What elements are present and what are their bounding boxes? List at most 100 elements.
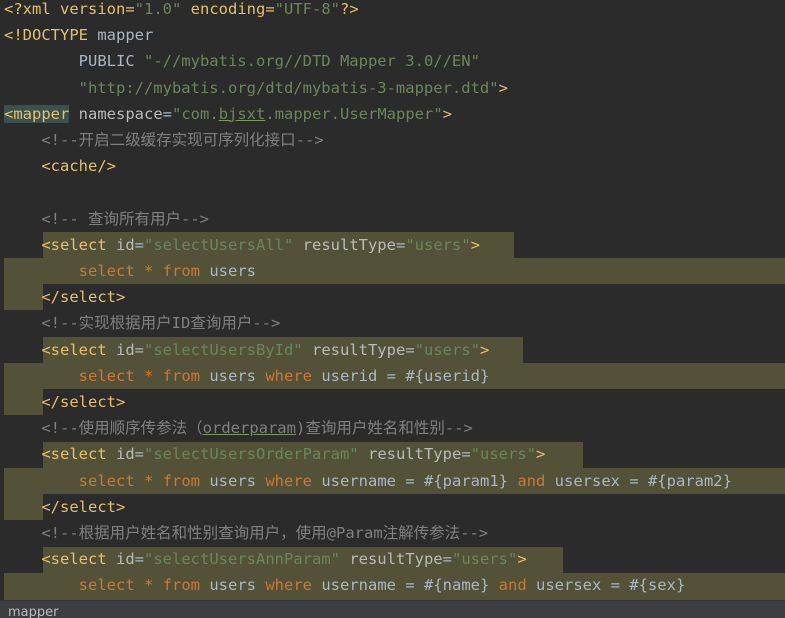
code-line[interactable]: </select> [4, 284, 785, 310]
code-token: <!-- 查询所有用户--> [4, 209, 209, 228]
code-token: "com. [172, 104, 219, 123]
code-token: "selectUsersById" [144, 340, 303, 359]
code-line[interactable]: <select id="selectUsersOrderParam" resul… [4, 441, 785, 467]
code-token: <select [4, 235, 116, 254]
code-line[interactable]: </select> [4, 389, 785, 415]
code-line[interactable]: <cache/> [4, 153, 785, 179]
code-line[interactable]: <!DOCTYPE mapper [4, 22, 785, 48]
code-token: = [134, 340, 144, 359]
code-token: from [162, 262, 201, 280]
code-token: )查询用户姓名和性别--> [295, 419, 473, 438]
code-token: "-//mybatis.org//DTD Mapper 3.0//EN" [143, 52, 480, 71]
code-token: namespace [78, 104, 163, 123]
code-editor[interactable]: <?xml version="1.0" encoding="UTF-8"?> <!… [0, 0, 785, 600]
code-token: "users" [470, 445, 536, 464]
code-token: "users" [405, 235, 471, 254]
code-token: resultType [311, 340, 406, 359]
code-token: = [134, 550, 144, 569]
code-line[interactable]: select * from users [4, 258, 785, 284]
code-token: * [144, 576, 154, 595]
code-token: resultType [302, 235, 396, 254]
code-token: where [265, 471, 313, 490]
code-line[interactable]: <!--使用顺序传参法（orderparam)查询用户姓名和性别--> [4, 415, 785, 441]
code-token: bjsxt [218, 104, 266, 123]
breadcrumb-bar: mapper [0, 600, 785, 618]
code-token: select [78, 471, 135, 490]
code-token: <!--开启二级缓存实现可序列化接口--> [4, 131, 324, 149]
code-line[interactable]: <?xml version="1.0" encoding="UTF-8"?> [4, 0, 785, 22]
code-token: </select> [4, 288, 126, 307]
code-token: = [134, 445, 144, 464]
code-token: where [265, 366, 313, 385]
code-token: = [461, 445, 471, 464]
code-line[interactable]: <!--开启二级缓存实现可序列化接口--> [4, 127, 785, 153]
code-line[interactable]: "http://mybatis.org/dtd/mybatis-3-mapper… [4, 75, 785, 101]
code-line[interactable]: <select id="selectUsersById" resultType=… [4, 337, 785, 363]
code-token: <select [4, 445, 116, 464]
code-token: <!DOCTYPE [4, 26, 98, 45]
code-line[interactable]: <!--根据用户姓名和性别查询用户，使用@Param注解传参法--> [4, 520, 785, 546]
code-token: <select [4, 340, 116, 359]
code-token: <!--使用顺序传参法（ [4, 419, 203, 438]
code-token: id [115, 445, 135, 464]
code-token: <select [4, 550, 116, 569]
code-line[interactable] [4, 179, 785, 205]
code-line[interactable]: PUBLIC "-//mybatis.org//DTD Mapper 3.0//… [4, 48, 785, 74]
code-token: </select> [4, 393, 126, 411]
code-token: <cache/> [4, 157, 116, 176]
code-token: = [395, 235, 406, 254]
code-line[interactable]: </select> [4, 494, 785, 520]
code-token: id [115, 235, 135, 254]
code-token: > [498, 78, 508, 97]
code-token: encoding= [181, 0, 275, 18]
code-token: id [115, 340, 135, 359]
code-line[interactable]: select * from users where username = #{n… [4, 572, 785, 598]
code-token: > [517, 550, 527, 569]
code-line[interactable]: <!--实现根据用户ID查询用户--> [4, 310, 785, 336]
code-token: from [162, 366, 201, 385]
code-token: users [200, 471, 266, 490]
breadcrumb-mapper[interactable]: mapper [8, 605, 58, 618]
code-token: "1.0" [134, 0, 182, 18]
code-line[interactable]: <!-- 查询所有用户--> [4, 206, 785, 232]
code-token: = [134, 235, 144, 254]
code-token: <mapper [4, 104, 70, 123]
code-token: username = #{param1} [312, 471, 518, 490]
code-token: = [442, 550, 452, 569]
code-token: select [78, 366, 135, 385]
code-token: .mapper.UserMapper" [265, 104, 443, 123]
code-token: "users" [414, 340, 480, 359]
code-token: and [498, 576, 527, 595]
code-token: > [479, 340, 490, 359]
code-line[interactable]: <select id="selectUsersAnnParam" resultT… [4, 546, 785, 572]
code-token: mapper [97, 26, 154, 45]
code-token: </select> [4, 497, 126, 516]
code-token: select [78, 262, 135, 280]
code-token: "selectUsersOrderParam" [144, 445, 359, 464]
code-token: ?> [339, 0, 359, 18]
code-token: "http://mybatis.org/dtd/mybatis-3-mapper… [78, 78, 499, 97]
code-line[interactable]: <select id="selectUsersAll" resultType="… [4, 232, 785, 258]
code-token: "selectUsersAll" [144, 235, 294, 254]
code-line[interactable]: select * from users where username = #{p… [4, 468, 785, 494]
code-token: resultType [349, 550, 443, 569]
code-token: > [442, 104, 453, 123]
code-token: resultType [367, 445, 462, 464]
code-token: <?xml version= [4, 0, 135, 18]
code-line[interactable]: <mapper namespace="com.bjsxt.mapper.User… [4, 101, 785, 127]
code-line[interactable]: select * from users where userid = #{use… [4, 363, 785, 389]
code-token: "selectUsersAnnParam" [144, 550, 340, 569]
code-token: username = #{name} [312, 576, 499, 595]
code-token: > [535, 445, 546, 464]
